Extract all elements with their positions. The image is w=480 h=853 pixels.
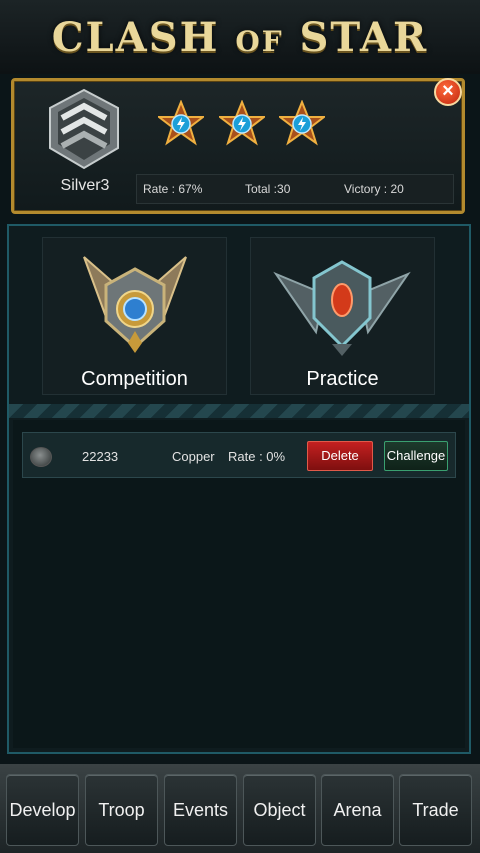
nav-develop[interactable]: Develop xyxy=(6,774,79,846)
practice-emblem-icon xyxy=(273,260,411,356)
divider-stripe xyxy=(9,404,469,418)
practice-label: Practice xyxy=(306,368,379,390)
star-icon xyxy=(158,100,204,146)
game-title: CLASH OF STAR xyxy=(51,14,429,61)
nav-arena[interactable]: Arena xyxy=(321,774,394,846)
close-icon: × xyxy=(442,80,454,102)
rank-name: Silver3 xyxy=(60,177,110,194)
competition-label: Competition xyxy=(81,368,188,390)
delete-button[interactable]: Delete xyxy=(307,441,373,471)
nav-events[interactable]: Events xyxy=(164,774,237,846)
opponent-id: 22233 xyxy=(82,449,119,464)
close-button[interactable]: × xyxy=(434,78,462,106)
title-bar: CLASH OF STAR xyxy=(0,0,480,74)
nav-trade[interactable]: Trade xyxy=(399,774,472,846)
status-dot-icon xyxy=(30,447,52,467)
total-stat: Total :30 xyxy=(245,182,291,196)
opponent-rate: Rate : 0% xyxy=(228,449,286,464)
star-icon xyxy=(219,100,265,146)
victory-stat: Victory : 20 xyxy=(344,182,404,196)
competition-emblem-icon xyxy=(83,256,187,353)
star-icon xyxy=(279,100,325,146)
win-rate-stat: Rate : 67% xyxy=(143,182,203,196)
nav-object[interactable]: Object xyxy=(243,774,316,846)
silver-rank-icon xyxy=(49,88,119,170)
challenge-button[interactable]: Challenge xyxy=(384,441,448,471)
nav-troop[interactable]: Troop xyxy=(85,774,158,846)
opponent-rank: Copper xyxy=(172,449,215,464)
